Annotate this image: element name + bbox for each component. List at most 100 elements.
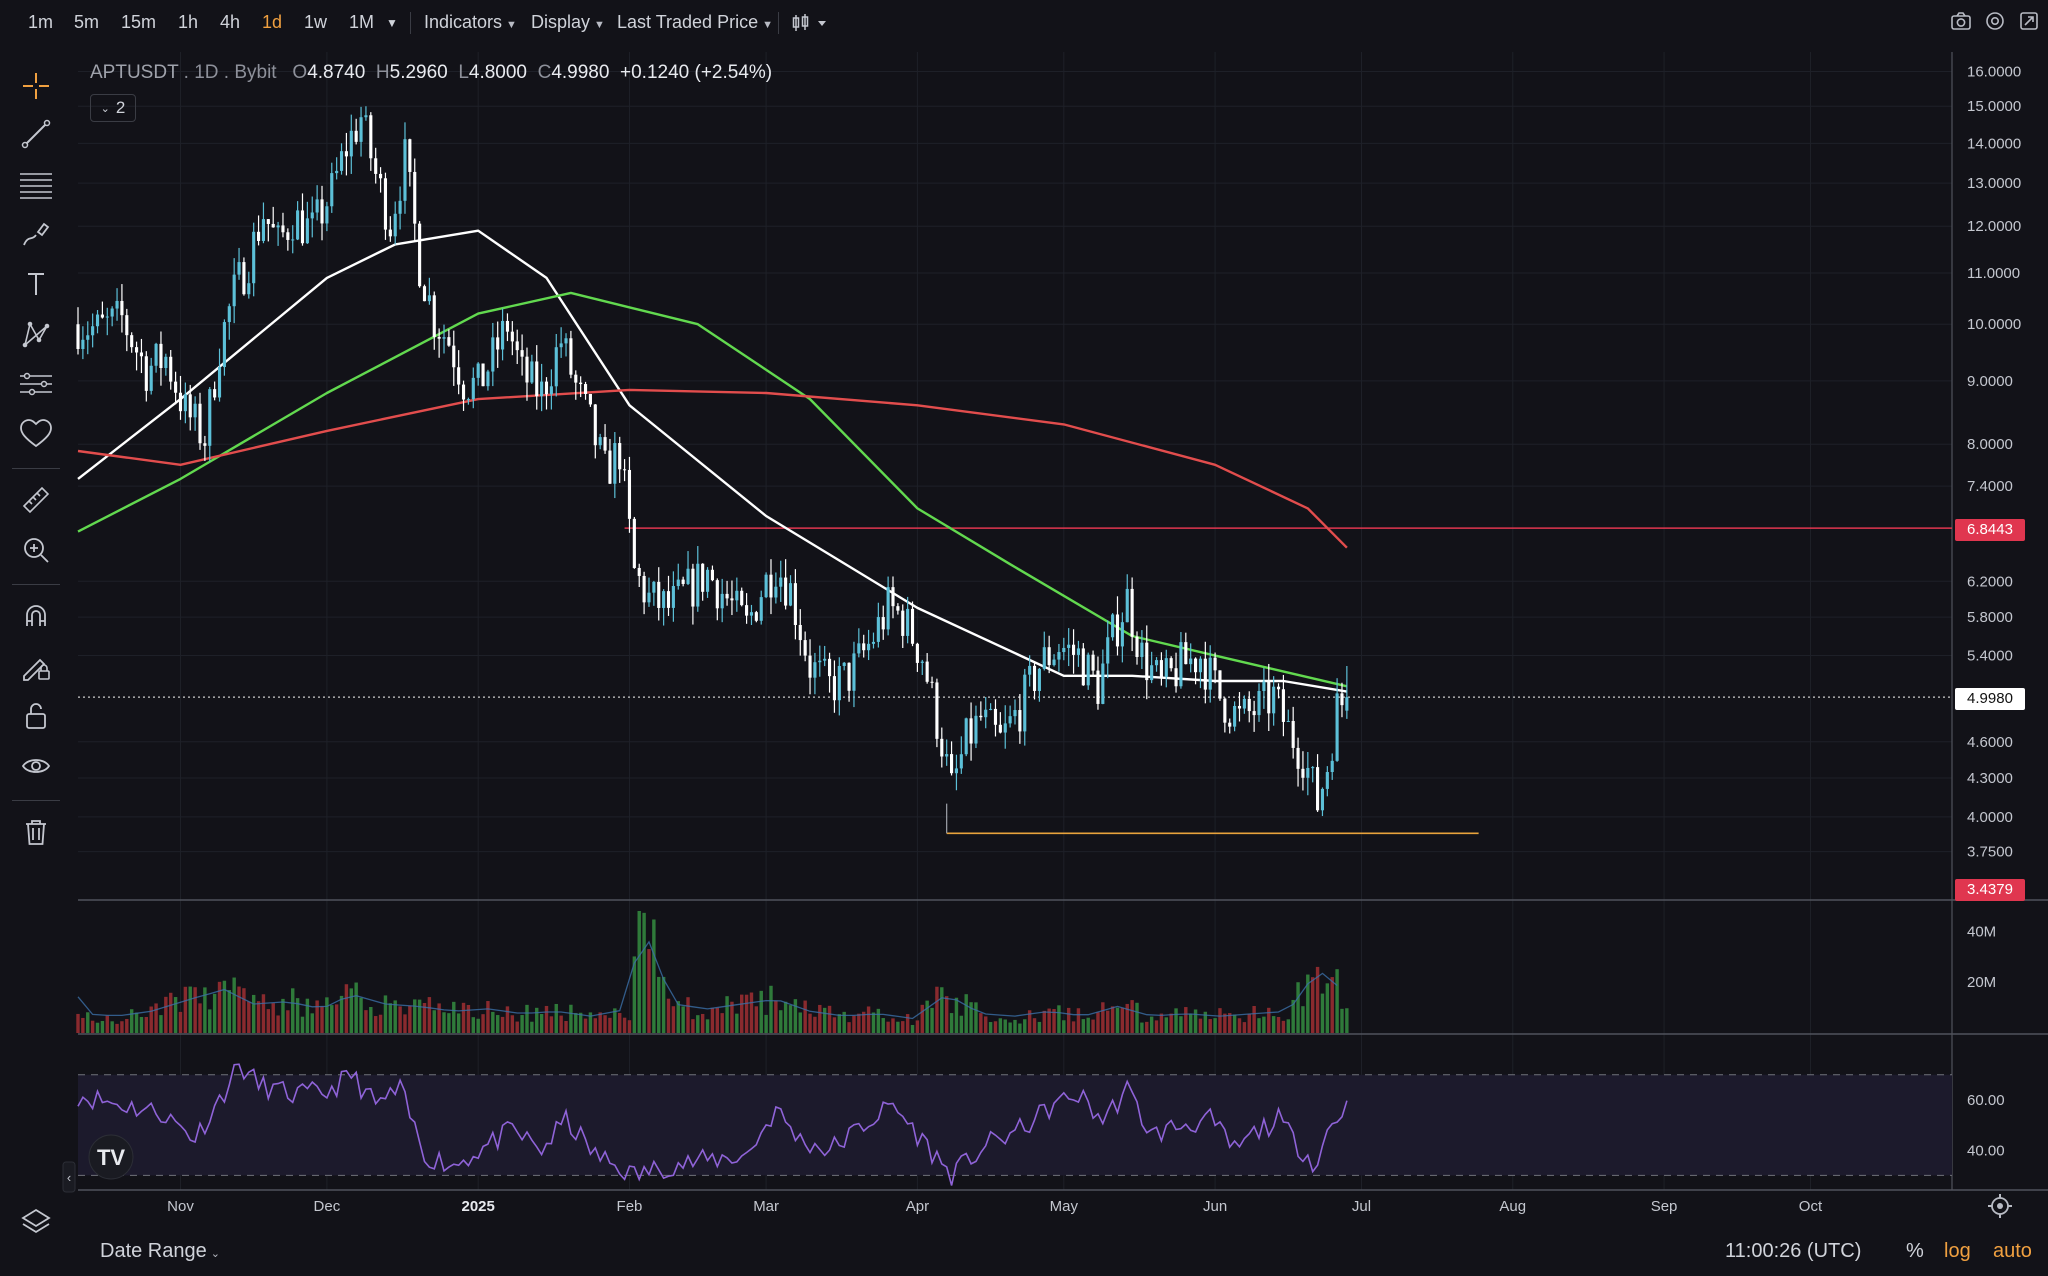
volume-bar bbox=[1188, 1013, 1193, 1033]
time-tick-label: Feb bbox=[617, 1198, 643, 1215]
candle-body bbox=[188, 394, 192, 418]
candle-body bbox=[686, 568, 690, 584]
candle-body bbox=[320, 199, 324, 224]
volume-bar bbox=[783, 1001, 788, 1033]
time-tick-label: Mar bbox=[753, 1198, 779, 1215]
candle-body bbox=[818, 660, 822, 663]
candle-body bbox=[925, 661, 929, 682]
panel-dividers bbox=[78, 52, 2048, 1191]
volume-bar bbox=[1037, 1021, 1042, 1033]
time-tick-label: Aug bbox=[1499, 1198, 1526, 1215]
candle-body bbox=[1028, 665, 1032, 675]
volume-bar bbox=[964, 994, 968, 1033]
candle-body bbox=[569, 338, 573, 375]
volume-bar bbox=[1325, 983, 1330, 1033]
candle-body bbox=[588, 393, 592, 405]
candle-body bbox=[383, 178, 388, 230]
candle-body bbox=[964, 718, 968, 755]
volume-bar bbox=[1340, 1008, 1344, 1033]
price-chart[interactable]: 16.0000 15.0000 14.0000 13.0000 12.0000 11.00… bbox=[0, 0, 2048, 1276]
candle-body bbox=[998, 724, 1002, 733]
volume-bar bbox=[315, 1000, 319, 1033]
auto-scale-toggle[interactable]: auto bbox=[1993, 1240, 2032, 1263]
volume-bar bbox=[822, 1007, 827, 1033]
volume-bar bbox=[95, 1022, 100, 1033]
candle-body bbox=[608, 450, 612, 484]
price-tick-label: 15.0000 bbox=[1967, 98, 2021, 115]
volume-bar bbox=[657, 976, 661, 1033]
last-price-label: 4.9980 bbox=[1955, 688, 2025, 710]
candle-body bbox=[1262, 681, 1266, 691]
close-value: 4.9980 bbox=[551, 62, 610, 83]
time-axis: Nov Dec 2025 Feb Mar Apr May Jun Jul Aug Sep Oct bbox=[167, 1198, 1823, 1215]
volume-bar bbox=[281, 998, 285, 1033]
candle-body bbox=[1072, 644, 1076, 655]
volume-bar bbox=[935, 986, 939, 1033]
candle-body bbox=[1311, 767, 1315, 769]
candle-body bbox=[862, 643, 866, 651]
volume-bar bbox=[764, 1014, 768, 1033]
candle-body bbox=[1096, 670, 1100, 704]
volume-bar bbox=[896, 1021, 900, 1033]
exchange-label: Bybit bbox=[234, 62, 277, 83]
candle-body bbox=[1203, 658, 1207, 690]
volume-bar bbox=[193, 987, 197, 1033]
volume-bar bbox=[510, 1015, 515, 1033]
date-range-menu[interactable]: Date Range ⌄ bbox=[100, 1240, 220, 1263]
candle-body bbox=[1316, 767, 1320, 811]
candle-body bbox=[1179, 642, 1183, 687]
candle-body bbox=[486, 371, 490, 387]
svg-text:‹: ‹ bbox=[67, 1170, 71, 1185]
volume-bar bbox=[754, 1006, 759, 1033]
volume-bar bbox=[1013, 1019, 1017, 1033]
volume-bar bbox=[598, 1012, 602, 1033]
volume-bar bbox=[793, 999, 798, 1033]
volume-bar bbox=[144, 1016, 149, 1033]
candle-body bbox=[827, 658, 832, 677]
candle-body bbox=[237, 262, 241, 275]
volume-bar bbox=[1281, 1020, 1286, 1033]
volume-bar bbox=[1232, 1014, 1237, 1033]
volume-bar bbox=[198, 1003, 202, 1033]
volume-bar bbox=[769, 985, 773, 1033]
candle-body bbox=[652, 581, 656, 593]
volume-bar bbox=[1140, 1022, 1144, 1033]
time-tick-label: Sep bbox=[1651, 1198, 1678, 1215]
volume-bar bbox=[1023, 1019, 1027, 1033]
volume-bar bbox=[569, 1004, 573, 1033]
candle-body bbox=[193, 403, 197, 418]
volume-bar bbox=[369, 1007, 373, 1033]
volume-bar bbox=[539, 1013, 544, 1033]
open-label: O bbox=[292, 62, 308, 83]
candle-body bbox=[232, 274, 236, 307]
candle-body bbox=[1184, 642, 1188, 665]
volume-bar bbox=[1115, 1007, 1120, 1033]
volume-bar bbox=[808, 1013, 812, 1033]
candle-body bbox=[379, 173, 383, 179]
volume-bar bbox=[622, 1017, 627, 1033]
log-scale-toggle[interactable]: log bbox=[1944, 1240, 1971, 1263]
price-tick-label: 13.0000 bbox=[1967, 175, 2021, 192]
volume-bar bbox=[1086, 1017, 1090, 1033]
candle-body bbox=[105, 316, 109, 318]
candle-body bbox=[1189, 658, 1193, 665]
candle-body bbox=[881, 617, 885, 630]
volume-bar bbox=[447, 1013, 451, 1033]
percent-scale-toggle[interactable]: % bbox=[1906, 1240, 1924, 1263]
volume-bar bbox=[910, 1024, 915, 1033]
candle-body bbox=[222, 322, 226, 368]
volume-bar bbox=[1193, 1009, 1198, 1033]
volume-bar bbox=[1271, 1016, 1276, 1033]
volume-bar bbox=[554, 1003, 558, 1033]
candle-body bbox=[427, 295, 431, 302]
candle-body bbox=[549, 386, 553, 395]
volume-bar bbox=[744, 994, 749, 1033]
candle-body bbox=[296, 210, 300, 240]
candle-body bbox=[1291, 720, 1295, 748]
volume-bar bbox=[115, 1023, 119, 1033]
price-tick-label: 12.0000 bbox=[1967, 218, 2021, 235]
volume-bar bbox=[1159, 1013, 1164, 1033]
volume-bar bbox=[242, 988, 246, 1033]
indicator-toggle[interactable]: ⌄ 2 bbox=[90, 94, 136, 122]
volume-bar bbox=[915, 1020, 920, 1033]
